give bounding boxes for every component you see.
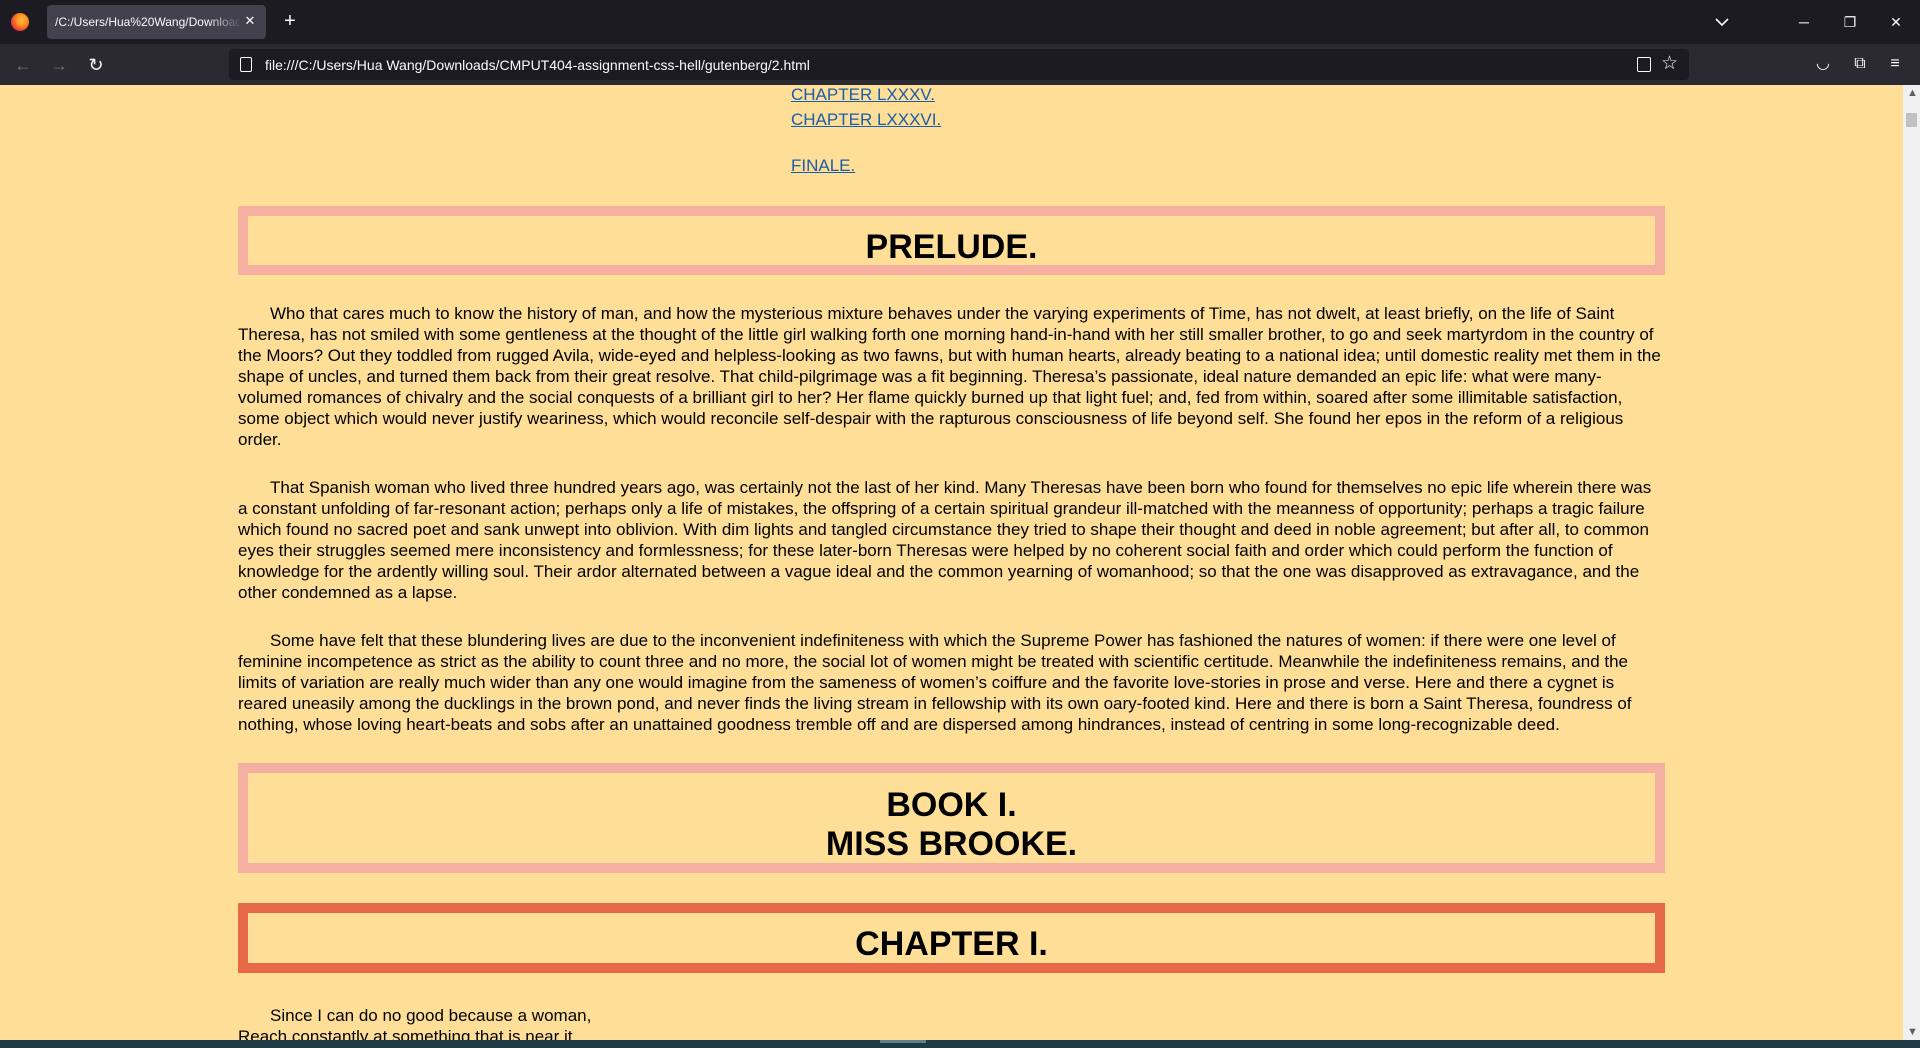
url-text[interactable]: file:///C:/Users/Hua Wang/Downloads/CMPU… [265, 57, 810, 73]
chevron-down-icon [1715, 18, 1729, 27]
toc-link-chapter-lxxxv[interactable]: CHAPTER LXXXV. [791, 85, 935, 105]
back-icon[interactable]: ← [12, 54, 34, 76]
navigation-toolbar: ← → ↻ file:///C:/Users/Hua Wang/Download… [0, 44, 1920, 85]
prelude-heading: PRELUDE. [238, 206, 1665, 275]
url-bar[interactable]: file:///C:/Users/Hua Wang/Downloads/CMPU… [229, 49, 1689, 80]
scroll-down-icon[interactable]: ▼ [1907, 1026, 1918, 1038]
reload-icon[interactable]: ↻ [85, 54, 107, 76]
os-taskbar [0, 1040, 1920, 1048]
tab-strip: /C:/Users/Hua%20Wang/Downloads/CMPUT404-… [0, 0, 1920, 44]
paragraph: Some have felt that these blundering liv… [238, 631, 1632, 734]
page-content: CHAPTER LXXXV. CHAPTER LXXXVI. FINALE. P… [0, 85, 1903, 1040]
restore-icon[interactable]: ❐ [1840, 12, 1860, 32]
extensions-icon[interactable]: ⧉ [1849, 53, 1871, 75]
menu-icon[interactable]: ≡ [1884, 53, 1906, 75]
book-heading-title: BOOK I. [886, 786, 1017, 824]
paragraph: That Spanish woman who lived three hundr… [238, 478, 1652, 602]
minimize-icon[interactable]: ─ [1794, 12, 1814, 32]
epigraph-line: Reach constantly at something that is ne… [238, 1027, 578, 1040]
close-window-icon[interactable]: ✕ [1886, 12, 1906, 32]
tab-active[interactable]: /C:/Users/Hua%20Wang/Downloads/CMPUT404-… [47, 5, 266, 39]
tab-close-icon[interactable]: ✕ [242, 13, 258, 29]
forward-icon[interactable]: → [48, 54, 70, 76]
new-tab-button[interactable]: + [279, 10, 301, 32]
firefox-logo-icon [11, 13, 29, 31]
vertical-scrollbar[interactable]: ▲ ▼ [1903, 85, 1920, 1040]
book-heading: BOOK I. MISS BROOKE. [238, 763, 1665, 873]
epigraph-line: Since I can do no good because a woman, [270, 1006, 592, 1025]
paragraph: Who that cares much to know the history … [238, 304, 1661, 449]
scroll-up-icon[interactable]: ▲ [1907, 87, 1918, 99]
chapter-heading: CHAPTER I. [238, 903, 1665, 973]
tab-title-fade [207, 11, 242, 33]
page-icon [240, 57, 252, 72]
scrollbar-thumb[interactable] [1906, 113, 1917, 127]
book-heading-subtitle: MISS BROOKE. [825, 825, 1078, 863]
toc-link-finale[interactable]: FINALE. [791, 156, 855, 176]
taskbar-active-indicator [880, 1040, 926, 1043]
tab-list-button[interactable] [1712, 12, 1732, 32]
toc-link-chapter-lxxxvi[interactable]: CHAPTER LXXXVI. [791, 110, 941, 130]
epigraph: Since I can do no good because a woman, … [238, 1005, 591, 1040]
bookmark-star-icon[interactable]: ☆ [1661, 53, 1678, 75]
pocket-icon[interactable]: ◡ [1812, 53, 1834, 75]
reader-view-icon[interactable] [1637, 57, 1651, 72]
